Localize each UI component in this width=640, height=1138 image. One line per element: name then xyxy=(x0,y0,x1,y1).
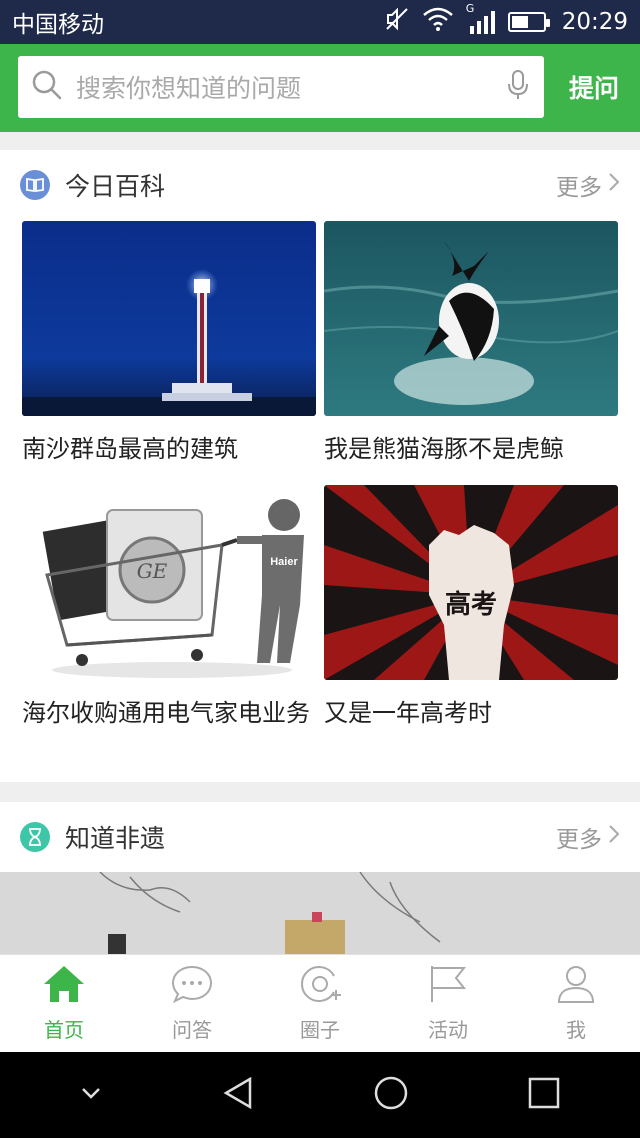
article-card[interactable]: 南沙群岛最高的建筑 xyxy=(22,221,316,466)
recent-apps-square-icon[interactable] xyxy=(526,1075,562,1115)
bottom-navigation: 首页 问答 圈子 活动 我 xyxy=(0,954,640,1052)
chevron-down-icon[interactable] xyxy=(79,1085,103,1105)
nav-circle[interactable]: 圈子 xyxy=(256,955,384,1052)
search-input[interactable]: 搜索你想知道的问题 xyxy=(18,56,544,118)
section-title: 今日百科 xyxy=(65,172,166,201)
hourglass-icon xyxy=(20,822,50,852)
haier-logo-text: Haier xyxy=(270,556,298,568)
flag-icon xyxy=(426,964,470,1008)
chat-bubble-icon xyxy=(170,964,214,1008)
cellular-signal-icon: G xyxy=(466,2,496,34)
nav-label: 我 xyxy=(566,1018,586,1042)
nav-qa[interactable]: 问答 xyxy=(128,955,256,1052)
article-title: 南沙群岛最高的建筑 xyxy=(22,435,238,463)
article-title: 海尔收购通用电气家电业务 xyxy=(22,699,310,727)
gaokao-poster-image: 高考 xyxy=(324,485,618,680)
nav-label: 首页 xyxy=(44,1018,84,1042)
article-card[interactable]: 高考 又是一年高考时 xyxy=(324,485,618,730)
dolphin-image xyxy=(324,221,618,416)
home-circle-icon[interactable] xyxy=(373,1075,409,1115)
more-link[interactable]: 更多 xyxy=(556,820,620,854)
search-header: 搜索你想知道的问题 提问 xyxy=(0,44,640,132)
system-navigation-bar xyxy=(0,1052,640,1138)
chevron-right-icon xyxy=(608,824,620,850)
nav-activity[interactable]: 活动 xyxy=(384,955,512,1052)
person-icon xyxy=(554,964,598,1008)
back-triangle-icon[interactable] xyxy=(220,1075,256,1115)
search-placeholder: 搜索你想知道的问题 xyxy=(76,74,302,103)
microphone-icon[interactable] xyxy=(506,69,530,105)
article-card[interactable]: 我是熊猫海豚不是虎鲸 xyxy=(324,221,618,466)
clock: 20:29 xyxy=(561,9,628,35)
svg-text:GE: GE xyxy=(137,559,168,583)
book-icon xyxy=(20,170,50,200)
nav-me[interactable]: 我 xyxy=(512,955,640,1052)
article-title: 我是熊猫海豚不是虎鲸 xyxy=(324,435,564,463)
ask-question-button[interactable]: 提问 xyxy=(548,56,640,118)
wifi-icon xyxy=(422,7,454,37)
nav-label: 圈子 xyxy=(300,1018,340,1042)
home-icon xyxy=(42,964,86,1008)
battery-icon xyxy=(507,12,550,32)
section-title: 知道非遗 xyxy=(65,824,166,853)
status-bar: 中国移动 G 20:29 xyxy=(0,0,640,44)
nav-label: 问答 xyxy=(172,1018,212,1042)
heritage-card: 知道非遗 更多 xyxy=(0,802,640,954)
lighthouse-image xyxy=(22,221,316,416)
heritage-banner-image xyxy=(0,872,640,954)
search-icon xyxy=(32,70,62,104)
gaokao-text: 高考 xyxy=(445,589,497,620)
nav-label: 活动 xyxy=(428,1018,468,1042)
section-header: 知道非遗 更多 xyxy=(0,802,640,872)
article-title: 又是一年高考时 xyxy=(324,699,492,727)
nav-home[interactable]: 首页 xyxy=(0,955,128,1052)
chevron-right-icon xyxy=(608,172,620,198)
mute-icon xyxy=(384,6,410,38)
battery-level-fill xyxy=(511,16,529,28)
status-indicators: G 20:29 xyxy=(384,2,628,38)
shopping-cart-image: GE Haier xyxy=(22,485,316,680)
carrier-name: 中国移动 xyxy=(12,12,104,38)
article-card[interactable]: GE Haier 海尔收购通用电气家电业务 xyxy=(22,485,316,730)
circle-add-icon xyxy=(298,964,342,1008)
section-header: 今日百科 更多 xyxy=(0,150,640,220)
today-baike-card: 今日百科 更多 南沙群岛最高的建筑 我是熊猫海豚不是虎鲸 GE Haier 海尔… xyxy=(0,150,640,782)
more-link[interactable]: 更多 xyxy=(556,168,620,202)
